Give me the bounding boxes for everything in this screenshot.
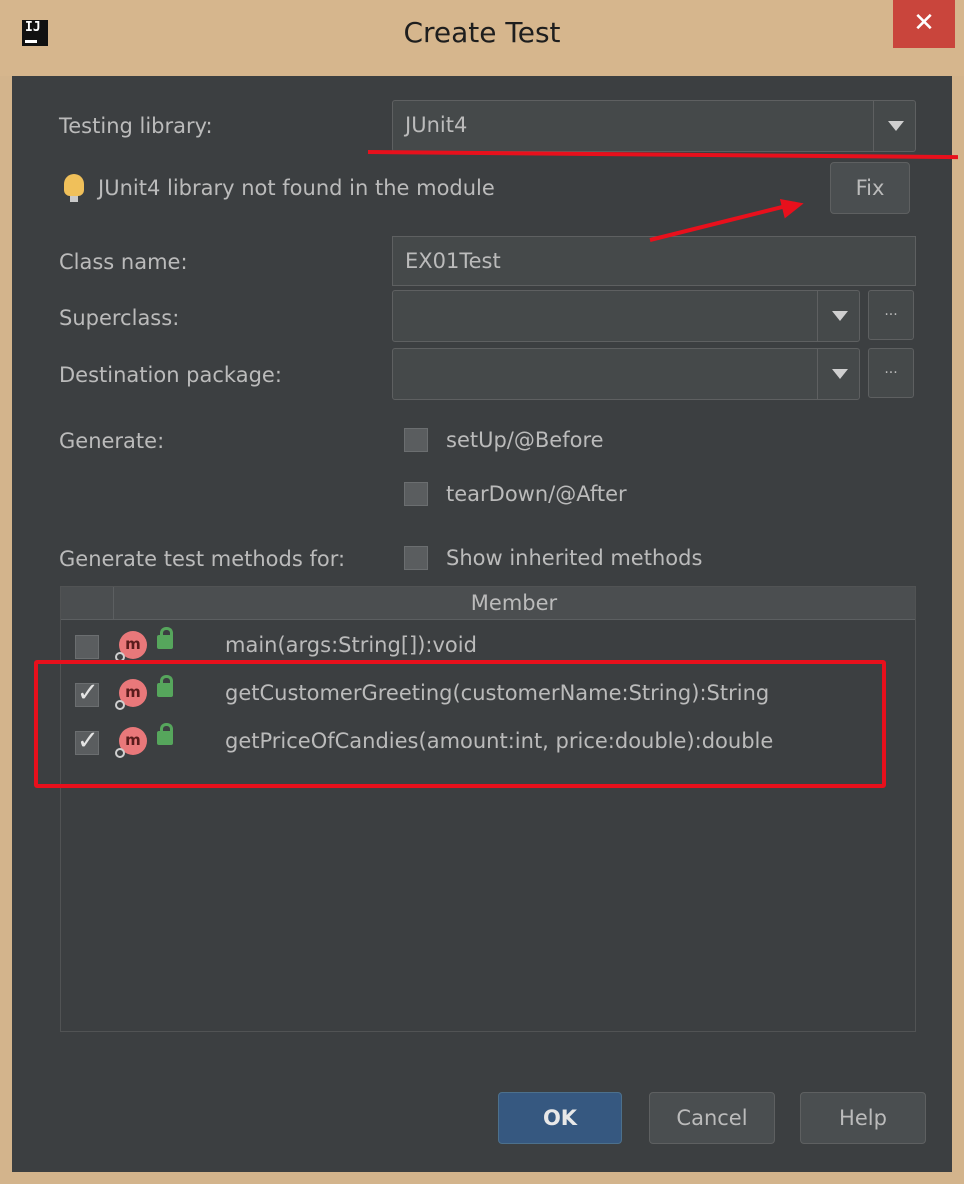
setup-checkbox[interactable] [404,428,428,452]
superclass-select[interactable] [392,290,860,342]
generate-label: Generate: [59,429,165,453]
table-header: Member [61,587,915,620]
ok-button[interactable]: OK [498,1092,622,1144]
show-inherited-label[interactable]: Show inherited methods [446,546,702,570]
testing-library-value: JUnit4 [405,113,468,137]
class-name-label: Class name: [59,250,188,274]
teardown-label[interactable]: tearDown/@After [446,482,627,506]
superclass-label: Superclass: [59,306,180,330]
library-warning-text: JUnit4 library not found in the module [98,176,495,200]
help-button[interactable]: Help [800,1092,926,1144]
show-inherited-checkbox[interactable] [404,546,428,570]
member-column-header[interactable]: Member [113,591,915,615]
class-name-value: EX01Test [405,249,501,273]
methods-label: Generate test methods for: [59,547,346,571]
members-table: Member m main(args:String[]):void m getC… [60,586,916,1032]
lightbulb-icon [64,174,84,202]
destination-package-label: Destination package: [59,363,282,387]
fix-button[interactable]: Fix [830,162,910,214]
teardown-checkbox[interactable] [404,482,428,506]
testing-library-label: Testing library: [59,114,213,138]
chevron-down-icon[interactable] [817,291,859,341]
destination-browse-button[interactable]: ... [868,348,914,398]
class-name-input[interactable]: EX01Test [392,236,916,286]
checkbox-column-header[interactable] [61,587,114,619]
window-title: Create Test [403,16,561,49]
method-signature: main(args:String[]):void [225,633,477,657]
superclass-browse-button[interactable]: ... [868,290,914,340]
close-button[interactable]: ✕ [893,0,955,48]
chevron-down-icon[interactable] [873,101,915,151]
destination-package-select[interactable] [392,348,860,400]
testing-library-select[interactable]: JUnit4 [392,100,916,152]
create-test-dialog: IJ Create Test ✕ Testing library: JUnit4… [0,0,964,1184]
dialog-content: Testing library: JUnit4 JUnit4 library n… [12,76,952,1172]
title-bar[interactable]: IJ Create Test ✕ [0,0,964,76]
annotation-highlight-box [34,660,886,788]
method-icon: m [115,631,147,662]
row-checkbox[interactable] [75,635,99,659]
cancel-button[interactable]: Cancel [649,1092,775,1144]
chevron-down-icon[interactable] [817,349,859,399]
setup-label[interactable]: setUp/@Before [446,428,604,452]
public-lock-icon [157,627,173,649]
